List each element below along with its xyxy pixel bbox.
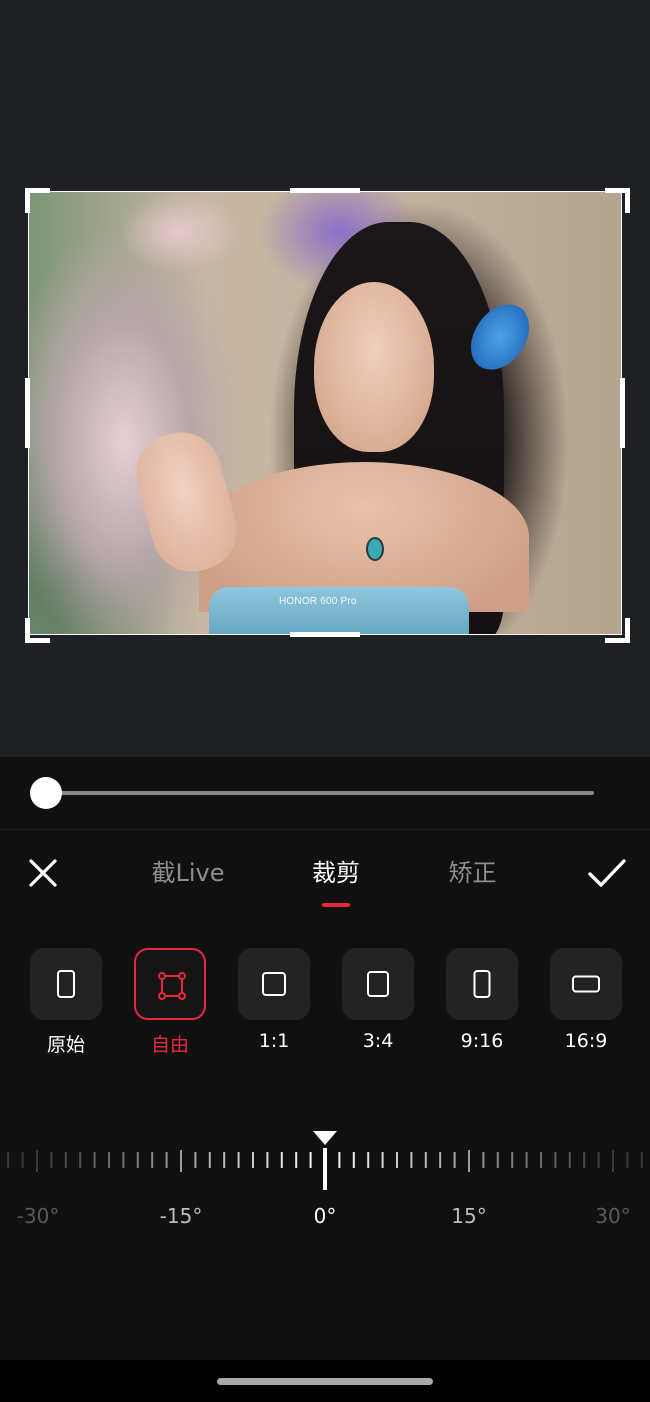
ruler-minor-tick	[165, 1152, 168, 1168]
ruler-minor-tick	[439, 1152, 442, 1168]
ruler-minor-tick	[367, 1152, 370, 1168]
ratio-9-16[interactable]: 9:16	[446, 948, 518, 1052]
adjust-slider-track[interactable]	[46, 791, 594, 795]
ratio-16-9[interactable]: 16:9	[550, 948, 622, 1052]
ruler-minor-tick	[482, 1152, 485, 1168]
ruler-major-tick	[180, 1150, 182, 1172]
ruler-minor-tick	[453, 1152, 456, 1168]
check-icon	[588, 859, 626, 887]
ruler-minor-tick	[223, 1152, 226, 1168]
ruler-minor-tick	[309, 1152, 312, 1168]
ruler-minor-tick	[194, 1152, 197, 1168]
editor-controls	[0, 757, 650, 1402]
ruler-minor-tick	[338, 1152, 341, 1168]
ruler-label-15: 15°	[451, 1204, 487, 1228]
photo-dress	[209, 587, 469, 634]
ruler-major-tick	[36, 1150, 38, 1172]
ruler-minor-tick	[597, 1152, 600, 1168]
ruler-minor-tick	[424, 1152, 427, 1168]
ruler-minor-tick	[540, 1152, 542, 1168]
ruler-major-tick	[612, 1150, 614, 1172]
image-preview-area: HONOR 600 Pro	[0, 0, 650, 757]
crop-handle-top-left[interactable]	[25, 188, 50, 213]
ruler-major-tick	[468, 1150, 470, 1172]
ruler-label-0: 0°	[313, 1204, 337, 1228]
ruler-minor-tick	[266, 1152, 269, 1168]
ruler-minor-tick	[108, 1152, 110, 1168]
tab-live[interactable]: 截Live	[150, 856, 226, 890]
ruler-minor-tick	[381, 1152, 384, 1168]
ruler-minor-tick	[280, 1152, 283, 1168]
ruler-minor-tick	[496, 1152, 499, 1168]
rect-3-4-icon	[367, 971, 389, 997]
ruler-minor-tick	[122, 1152, 125, 1168]
ruler-minor-tick	[525, 1152, 528, 1168]
close-icon	[29, 859, 57, 887]
ruler-minor-tick	[7, 1152, 10, 1168]
ruler-label-30: 30°	[595, 1204, 631, 1228]
ruler-minor-tick	[568, 1152, 571, 1168]
ruler-minor-tick	[136, 1152, 139, 1168]
ratio-original[interactable]: 原始	[30, 948, 102, 1057]
adjust-slider-thumb[interactable]	[30, 777, 62, 809]
home-indicator[interactable]	[217, 1378, 433, 1385]
ruler-minor-tick	[295, 1152, 298, 1168]
ruler-minor-tick	[554, 1152, 557, 1168]
ruler-minor-tick	[626, 1152, 629, 1168]
phone-portrait-icon	[57, 970, 75, 998]
pendant	[366, 537, 384, 561]
crop-handle-bottom[interactable]	[290, 632, 360, 637]
crop-handle-bottom-left[interactable]	[25, 618, 50, 643]
ruler-minor-tick	[511, 1152, 514, 1168]
rect-9-16-icon	[473, 970, 491, 998]
ruler-minor-tick	[352, 1152, 355, 1168]
ruler-minor-tick	[410, 1152, 413, 1168]
ruler-minor-tick	[396, 1152, 398, 1168]
crop-handle-right[interactable]	[620, 378, 625, 448]
ruler-minor-tick	[21, 1152, 24, 1168]
ratio-3-4[interactable]: 3:4	[342, 948, 414, 1052]
ruler-minor-tick	[252, 1152, 254, 1168]
ruler-minor-tick	[583, 1152, 586, 1168]
square-icon	[262, 972, 286, 996]
ruler-label-minus-15: -15°	[159, 1204, 203, 1228]
tab-correct[interactable]: 矫正	[445, 856, 500, 890]
ratio-1-1[interactable]: 1:1	[238, 948, 310, 1052]
ruler-minor-tick	[50, 1152, 53, 1168]
close-button[interactable]	[26, 856, 60, 890]
free-crop-icon	[158, 972, 186, 1000]
photo-watermark: HONOR 600 Pro	[279, 596, 357, 607]
photo[interactable]: HONOR 600 Pro	[29, 192, 621, 634]
confirm-button[interactable]	[586, 856, 628, 890]
ruler-pointer-icon	[313, 1131, 337, 1145]
crop-handle-top[interactable]	[290, 188, 360, 193]
active-tab-indicator	[322, 903, 350, 907]
ruler-minor-tick	[93, 1152, 96, 1168]
ruler-minor-tick	[151, 1152, 154, 1168]
ruler-minor-tick	[79, 1152, 82, 1168]
divider	[0, 829, 650, 830]
photo-face	[314, 282, 434, 452]
ratio-free[interactable]: 自由	[134, 948, 206, 1057]
ruler-minor-tick	[208, 1152, 211, 1168]
ruler-minor-tick	[640, 1152, 643, 1168]
crop-handle-bottom-right[interactable]	[605, 618, 630, 643]
ruler-minor-tick	[237, 1152, 240, 1168]
ruler-label-minus-30: -30°	[16, 1204, 60, 1228]
tab-crop[interactable]: 裁剪	[306, 856, 366, 890]
ruler-minor-tick	[64, 1152, 67, 1168]
ruler-center-line	[323, 1148, 327, 1190]
crop-handle-left[interactable]	[25, 378, 30, 448]
crop-handle-top-right[interactable]	[605, 188, 630, 213]
rect-16-9-icon	[572, 975, 600, 993]
